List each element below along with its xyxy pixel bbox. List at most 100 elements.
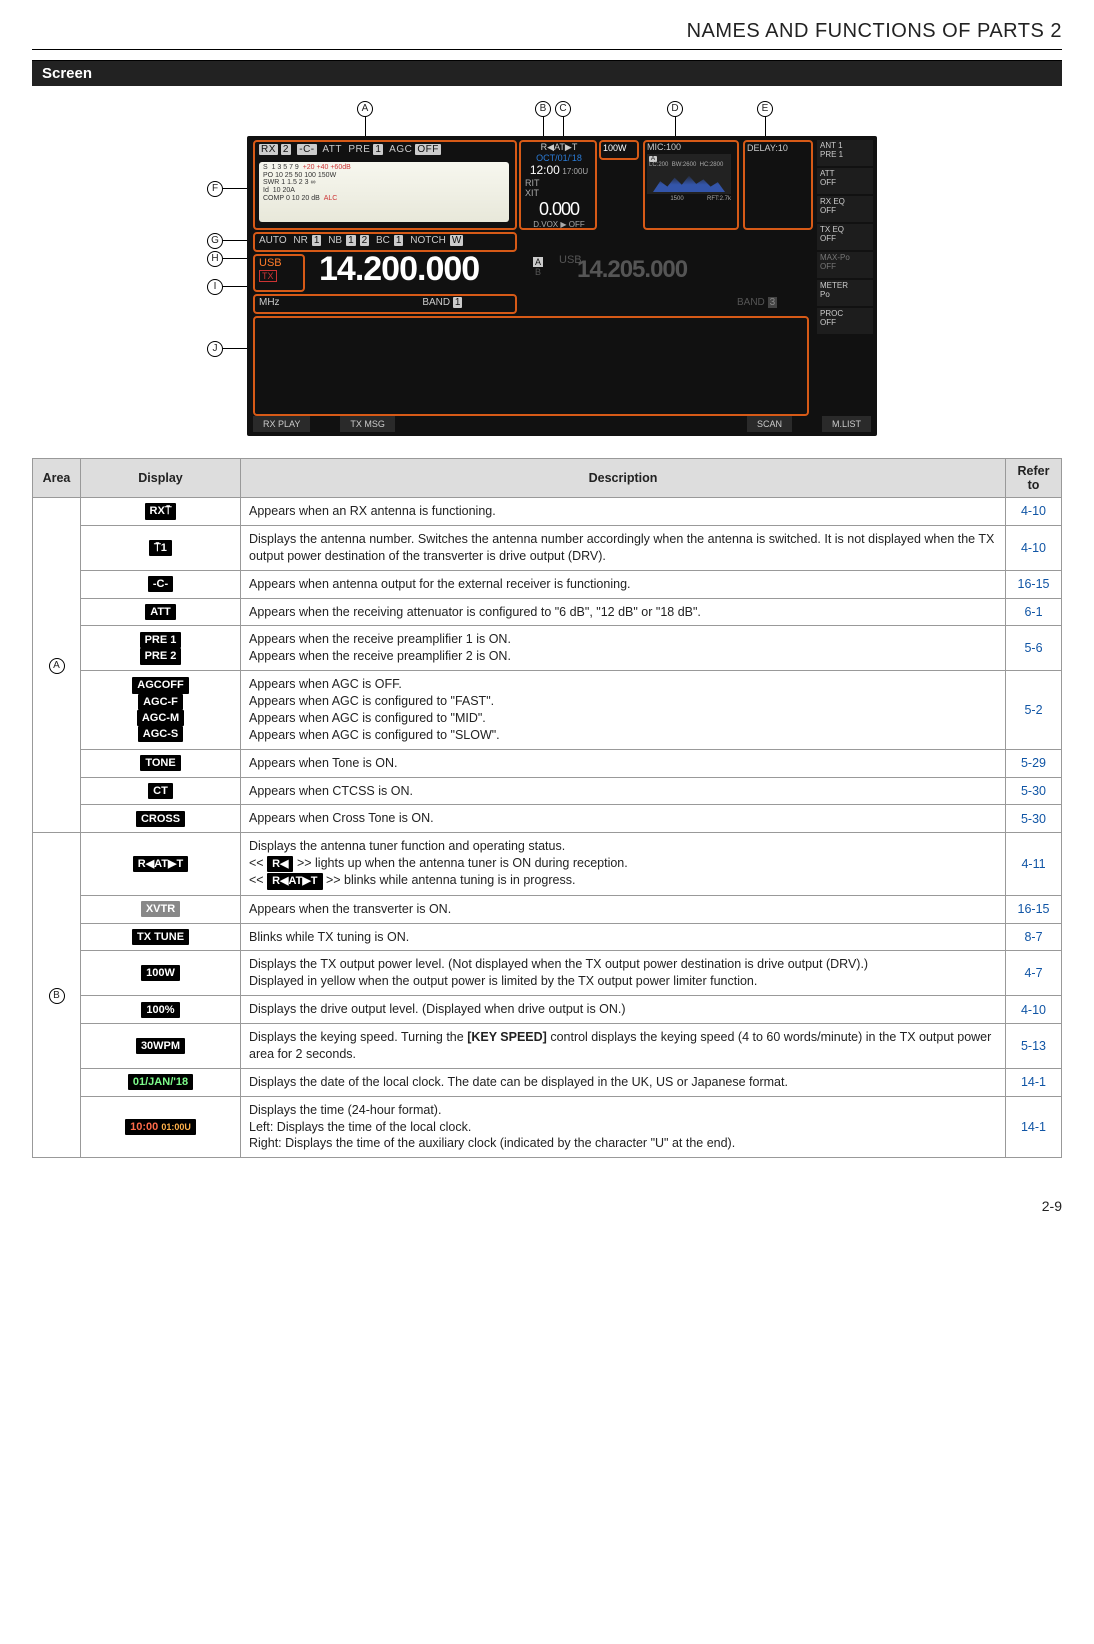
refer-cell: 16-15 (1006, 895, 1062, 923)
section-heading: Screen (32, 60, 1062, 86)
table-row: ATTAppears when the receiving attenuator… (33, 598, 1062, 626)
description-cell: Displays the drive output level. (Displa… (241, 996, 1006, 1024)
description-table: Area Display Description Refer to ARX⍑Ap… (32, 458, 1062, 1158)
col-area: Area (33, 459, 81, 498)
region-J (253, 316, 809, 416)
description-cell: Appears when the receive preamplifier 1 … (241, 626, 1006, 671)
description-cell: Appears when antenna output for the exte… (241, 570, 1006, 598)
description-cell: Displays the antenna number. Switches th… (241, 525, 1006, 570)
description-cell: Appears when Cross Tone is ON. (241, 805, 1006, 833)
description-cell: Displays the date of the local clock. Th… (241, 1068, 1006, 1096)
table-row: 30WPMDisplays the keying speed. Turning … (33, 1024, 1062, 1069)
display-cell: XVTR (81, 895, 241, 923)
table-row: CROSSAppears when Cross Tone is ON.5-30 (33, 805, 1062, 833)
table-row: ARX⍑Appears when an RX antenna is functi… (33, 498, 1062, 526)
display-cell: CT (81, 777, 241, 805)
description-cell: Displays the time (24-hour format).Left:… (241, 1096, 1006, 1158)
tx-indicator: TX (259, 270, 277, 282)
refer-cell: 5-30 (1006, 805, 1062, 833)
table-row: ⍑1Displays the antenna number. Switches … (33, 525, 1062, 570)
status-row-G: AUTO NR1 NB12 BC1 NOTCHW (259, 235, 467, 246)
status-row-A: RX2 -C- ATT PRE1 AGCOFF (259, 144, 444, 155)
refer-cell: 6-1 (1006, 598, 1062, 626)
radio-screen: RX2 -C- ATT PRE1 AGCOFF S 1 3 5 7 9 +20 … (247, 136, 877, 436)
display-cell: 10:00 01:00U (81, 1096, 241, 1158)
table-row: 100WDisplays the TX output power level. … (33, 951, 1062, 996)
callout-J: J (207, 340, 223, 357)
display-cell: ATT (81, 598, 241, 626)
display-cell: PRE 1PRE 2 (81, 626, 241, 671)
ab-indicator: AB (533, 257, 543, 277)
display-cell: RX⍑ (81, 498, 241, 526)
description-cell: Appears when AGC is OFF.Appears when AGC… (241, 671, 1006, 750)
refer-cell: 4-11 (1006, 833, 1062, 895)
callout-I: I (207, 278, 223, 295)
callout-D: D (667, 100, 683, 117)
display-cell: 100W (81, 951, 241, 996)
display-cell: 01/JAN/'18 (81, 1068, 241, 1096)
description-cell: Appears when the receiving attenuator is… (241, 598, 1006, 626)
refer-cell: 4-10 (1006, 498, 1062, 526)
display-cell: ⍑1 (81, 525, 241, 570)
refer-cell: 4-10 (1006, 996, 1062, 1024)
block-B-content: R◀AT▶T OCT/01/'18 12:00 17:00U RITXIT 0.… (525, 142, 593, 229)
block-D-content: MIC:100 A LC:200 BW:2600 HC:2800 1500RFT… (647, 142, 735, 194)
callout-A: A (357, 100, 373, 117)
table-row: TX TUNEBlinks while TX tuning is ON.8-7 (33, 923, 1062, 951)
display-cell: CROSS (81, 805, 241, 833)
refer-cell: 8-7 (1006, 923, 1062, 951)
area-cell: A (33, 498, 81, 833)
band3-label: BAND 3 (737, 297, 777, 308)
callout-B: B (535, 100, 551, 117)
radio-screen-figure: A B C D E F G H I J RX2 -C- ATT PRE1 AGC… (197, 100, 897, 440)
description-cell: Displays the antenna tuner function and … (241, 833, 1006, 895)
analog-meter: S 1 3 5 7 9 +20 +40 +60dB PO 10 25 50 10… (259, 162, 509, 222)
callout-G: G (207, 232, 223, 249)
table-row: -C-Appears when antenna output for the e… (33, 570, 1062, 598)
bottom-softkeys: RX PLAY TX MSG SCAN M.LIST (253, 416, 871, 432)
table-row: PRE 1PRE 2Appears when the receive pream… (33, 626, 1062, 671)
refer-cell: 4-7 (1006, 951, 1062, 996)
refer-cell: 5-13 (1006, 1024, 1062, 1069)
header-rule (32, 49, 1062, 50)
status-row-I: MHz BAND 1 (259, 297, 462, 308)
sub-frequency: 14.205.000 (577, 256, 687, 284)
main-frequency: 14.200.000 (319, 250, 479, 289)
table-row: 100%Displays the drive output level. (Di… (33, 996, 1062, 1024)
region-E (743, 140, 813, 230)
table-row: 10:00 01:00UDisplays the time (24-hour f… (33, 1096, 1062, 1158)
table-row: TONEAppears when Tone is ON.5-29 (33, 749, 1062, 777)
display-cell: TONE (81, 749, 241, 777)
block-C-content: 100W (603, 143, 627, 153)
table-row: BR◀AT▶TDisplays the antenna tuner functi… (33, 833, 1062, 895)
display-cell: R◀AT▶T (81, 833, 241, 895)
mode-usb: USB (259, 257, 282, 269)
col-display: Display (81, 459, 241, 498)
table-row: AGCOFFAGC-FAGC-MAGC-SAppears when AGC is… (33, 671, 1062, 750)
refer-cell: 5-30 (1006, 777, 1062, 805)
page-number: 2-9 (32, 1198, 1062, 1214)
block-E-content: DELAY:10 (747, 143, 788, 153)
col-description: Description (241, 459, 1006, 498)
description-cell: Displays the TX output power level. (Not… (241, 951, 1006, 996)
callout-C: C (555, 100, 571, 117)
display-cell: -C- (81, 570, 241, 598)
callout-F: F (207, 180, 223, 197)
refer-cell: 16-15 (1006, 570, 1062, 598)
description-cell: Displays the keying speed. Turning the [… (241, 1024, 1006, 1069)
area-cell: B (33, 833, 81, 1158)
description-cell: Appears when the transverter is ON. (241, 895, 1006, 923)
description-cell: Appears when Tone is ON. (241, 749, 1006, 777)
description-cell: Appears when an RX antenna is functionin… (241, 498, 1006, 526)
display-cell: AGCOFFAGC-FAGC-MAGC-S (81, 671, 241, 750)
side-menu: ANT 1PRE 1 ATTOFF RX EQOFF TX EQOFF MAX-… (817, 140, 873, 336)
refer-cell: 14-1 (1006, 1068, 1062, 1096)
display-cell: 100% (81, 996, 241, 1024)
table-row: CTAppears when CTCSS is ON.5-30 (33, 777, 1062, 805)
refer-cell: 14-1 (1006, 1096, 1062, 1158)
table-row: 01/JAN/'18Displays the date of the local… (33, 1068, 1062, 1096)
page-header: NAMES AND FUNCTIONS OF PARTS 2 (32, 20, 1062, 43)
callout-E: E (757, 100, 773, 117)
description-cell: Blinks while TX tuning is ON. (241, 923, 1006, 951)
description-cell: Appears when CTCSS is ON. (241, 777, 1006, 805)
